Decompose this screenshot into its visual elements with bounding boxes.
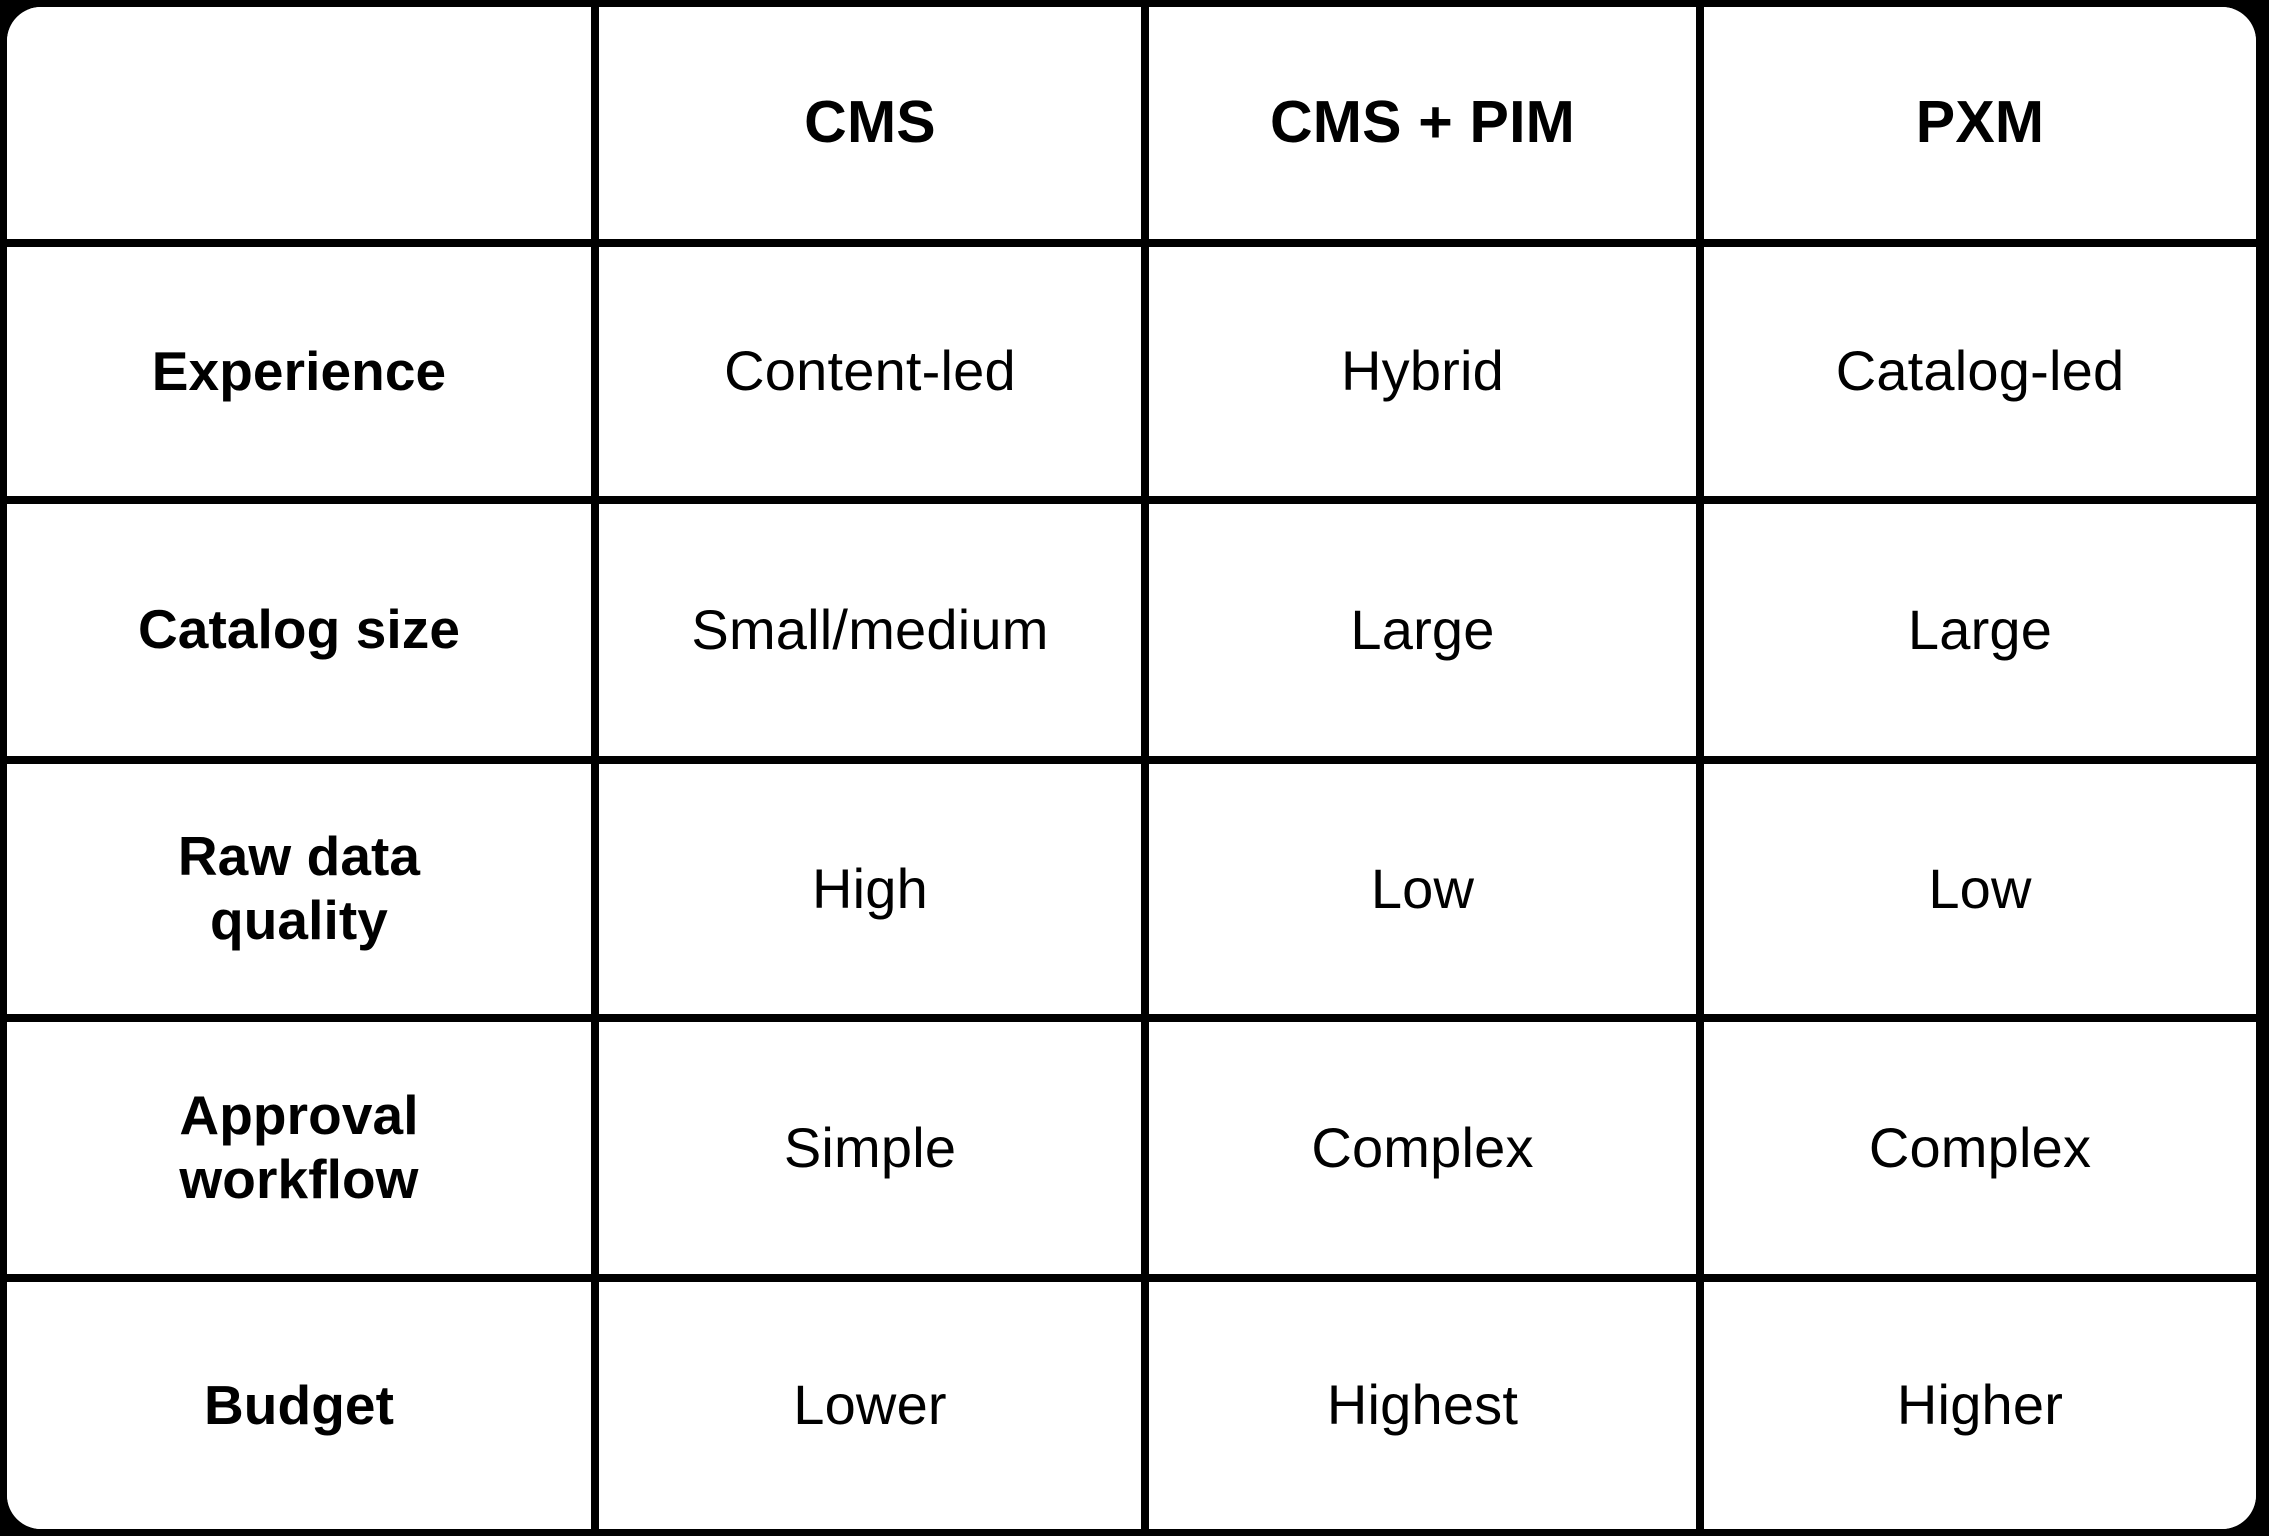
cell-experience-pxm: Catalog-led xyxy=(1700,243,2256,504)
table-corner-cell xyxy=(7,7,599,247)
row-label-experience: Experience xyxy=(7,243,599,504)
comparison-table-card: CMS CMS + PIM PXM Experience Content-led… xyxy=(7,7,2256,1529)
cell-budget-pxm: Higher xyxy=(1700,1278,2256,1529)
table-row-approval-workflow: Approval workflow Simple Complex Complex xyxy=(7,1018,2256,1282)
row-label-line-2: workflow xyxy=(179,1148,419,1210)
table-row-raw-data-quality: Raw data quality High Low Low xyxy=(7,760,2256,1022)
row-label-line-1: Raw data xyxy=(177,825,421,888)
table-row-budget: Budget Lower Highest Higher xyxy=(7,1278,2256,1529)
cell-experience-cms: Content-led xyxy=(595,243,1149,504)
row-label-line-2: quality xyxy=(210,889,388,951)
cell-raw-data-quality-cms-pim: Low xyxy=(1145,760,1704,1022)
row-label-catalog-size: Catalog size xyxy=(7,500,599,764)
comparison-table: CMS CMS + PIM PXM Experience Content-led… xyxy=(7,7,2256,1529)
cell-approval-workflow-cms-pim: Complex xyxy=(1145,1018,1704,1282)
table-header: CMS CMS + PIM PXM xyxy=(7,7,2256,247)
cell-experience-cms-pim: Hybrid xyxy=(1145,243,1704,504)
table-body: Experience Content-led Hybrid Catalog-le… xyxy=(7,243,2256,1529)
row-label-raw-data-quality: Raw data quality xyxy=(7,760,599,1022)
page-canvas: CMS CMS + PIM PXM Experience Content-led… xyxy=(0,0,2269,1536)
row-label-line-1: Approval xyxy=(179,1084,419,1147)
cell-catalog-size-cms: Small/medium xyxy=(595,500,1149,764)
column-header-pxm: PXM xyxy=(1700,7,2256,247)
cell-catalog-size-pxm: Large xyxy=(1700,500,2256,764)
cell-catalog-size-cms-pim: Large xyxy=(1145,500,1704,764)
cell-raw-data-quality-cms: High xyxy=(595,760,1149,1022)
cell-budget-cms-pim: Highest xyxy=(1145,1278,1704,1529)
row-label-approval-workflow: Approval workflow xyxy=(7,1018,599,1282)
cell-approval-workflow-cms: Simple xyxy=(595,1018,1149,1282)
cell-raw-data-quality-pxm: Low xyxy=(1700,760,2256,1022)
table-row-catalog-size: Catalog size Small/medium Large Large xyxy=(7,500,2256,764)
column-header-cms-pim: CMS + PIM xyxy=(1145,7,1704,247)
table-row-experience: Experience Content-led Hybrid Catalog-le… xyxy=(7,243,2256,504)
cell-budget-cms: Lower xyxy=(595,1278,1149,1529)
cell-approval-workflow-pxm: Complex xyxy=(1700,1018,2256,1282)
row-label-budget: Budget xyxy=(7,1278,599,1529)
header-row: CMS CMS + PIM PXM xyxy=(7,7,2256,247)
column-header-cms: CMS xyxy=(595,7,1149,247)
